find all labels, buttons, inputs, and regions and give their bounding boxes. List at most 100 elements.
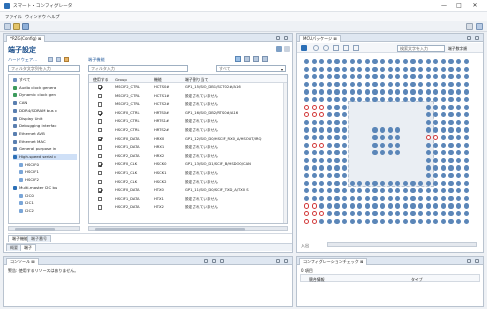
pin[interactable] [395, 218, 401, 224]
tree-item[interactable]: HSCIF0 [19, 162, 77, 168]
pin[interactable] [342, 74, 348, 80]
cell-assign[interactable]: 設定されていません [185, 196, 281, 203]
use-checkbox[interactable] [98, 136, 103, 141]
pin[interactable] [418, 66, 424, 72]
console-pin-icon[interactable] [220, 259, 224, 263]
pin[interactable] [402, 74, 408, 80]
pin[interactable] [448, 89, 454, 95]
perspective-config-icon[interactable] [476, 23, 483, 30]
menu-window[interactable]: ウィンドウ [25, 14, 46, 20]
cell-assign[interactable]: 設定されていません [185, 204, 281, 211]
table-row[interactable]: HSCIF1_CTRL HRTS1# 設定されていません [89, 118, 283, 125]
pin[interactable] [304, 150, 310, 156]
pin[interactable] [448, 203, 454, 209]
pin[interactable] [326, 142, 332, 148]
refresh-icon[interactable] [235, 56, 241, 62]
pin[interactable] [456, 203, 462, 209]
tree-item[interactable]: Audio clock genera [13, 85, 77, 91]
pin[interactable] [342, 211, 348, 217]
pin[interactable] [364, 218, 370, 224]
pin[interactable] [349, 74, 355, 80]
pin[interactable] [418, 211, 424, 217]
maximize-view-icon[interactable] [284, 259, 288, 263]
pin[interactable] [456, 135, 462, 141]
pin[interactable] [326, 104, 332, 110]
pin[interactable] [418, 89, 424, 95]
pin[interactable] [364, 195, 370, 201]
tab-pins[interactable]: 端子 [20, 244, 36, 251]
pin[interactable] [304, 119, 310, 125]
pin[interactable] [380, 74, 386, 80]
pin[interactable] [357, 81, 363, 87]
pin[interactable] [364, 180, 370, 186]
pin[interactable] [364, 59, 370, 65]
pin[interactable] [440, 188, 446, 194]
tree-item[interactable]: Multi-master I2C bu [13, 185, 77, 191]
pin[interactable] [334, 203, 340, 209]
use-checkbox[interactable] [98, 102, 103, 107]
pin[interactable] [410, 66, 416, 72]
pin[interactable] [319, 119, 325, 125]
pin[interactable] [304, 74, 310, 80]
pin[interactable] [326, 135, 332, 141]
pin[interactable] [319, 59, 325, 65]
pin[interactable] [425, 188, 431, 194]
pin[interactable] [425, 157, 431, 163]
pin[interactable] [334, 195, 340, 201]
pin[interactable] [456, 89, 462, 95]
pin-conflict[interactable] [319, 142, 325, 148]
tree-item[interactable]: Display Unit [13, 116, 77, 122]
pin[interactable] [440, 81, 446, 87]
pin[interactable] [326, 203, 332, 209]
table-row[interactable]: HSCIF1_CLK HSCK1 設定されていません [89, 170, 283, 177]
pin[interactable] [334, 142, 340, 148]
pin[interactable] [456, 157, 462, 163]
pin[interactable] [311, 165, 317, 171]
pin[interactable] [342, 119, 348, 125]
cell-assign[interactable]: 設定されていません [185, 170, 281, 177]
pin[interactable] [372, 180, 378, 186]
pin[interactable] [334, 157, 340, 163]
pin[interactable] [440, 195, 446, 201]
pin[interactable] [326, 195, 332, 201]
pin[interactable] [463, 97, 469, 103]
pin[interactable] [418, 188, 424, 194]
pin[interactable] [448, 188, 454, 194]
pin[interactable] [304, 173, 310, 179]
pin[interactable] [463, 188, 469, 194]
pin[interactable] [319, 66, 325, 72]
pin[interactable] [380, 59, 386, 65]
pin-conflict[interactable] [304, 211, 310, 217]
chip-view-icon[interactable] [301, 45, 307, 51]
col-use-header[interactable]: 使用する [93, 77, 109, 83]
pin[interactable] [334, 218, 340, 224]
pin-conflict[interactable] [304, 112, 310, 118]
cell-assign[interactable]: GP1_15/SIO_DB1/SCT02#/A16 [185, 84, 281, 91]
cell-assign[interactable]: 設定されていません [185, 153, 281, 160]
pin-conflict[interactable] [319, 112, 325, 118]
pin[interactable] [463, 81, 469, 87]
pin[interactable] [448, 119, 454, 125]
help-icon[interactable] [284, 46, 290, 52]
pin-conflict[interactable] [311, 218, 317, 224]
pin[interactable] [372, 195, 378, 201]
pin[interactable] [440, 211, 446, 217]
pin[interactable] [304, 142, 310, 148]
pin[interactable] [410, 97, 416, 103]
pin[interactable] [349, 97, 355, 103]
pin[interactable] [402, 81, 408, 87]
pin-conflict[interactable] [425, 135, 431, 141]
pin-conflict[interactable] [311, 142, 317, 148]
use-checkbox[interactable] [98, 93, 103, 98]
save-icon[interactable] [22, 23, 29, 30]
pin[interactable] [402, 203, 408, 209]
pin[interactable] [311, 74, 317, 80]
table-row[interactable]: HSCIF2_DATA HRX2 設定されていません [89, 153, 283, 160]
pin[interactable] [349, 195, 355, 201]
pin[interactable] [326, 97, 332, 103]
pin[interactable] [440, 66, 446, 72]
tree-item[interactable]: CAN [13, 100, 77, 106]
pin[interactable] [372, 97, 378, 103]
pin[interactable] [440, 135, 446, 141]
pin[interactable] [395, 188, 401, 194]
